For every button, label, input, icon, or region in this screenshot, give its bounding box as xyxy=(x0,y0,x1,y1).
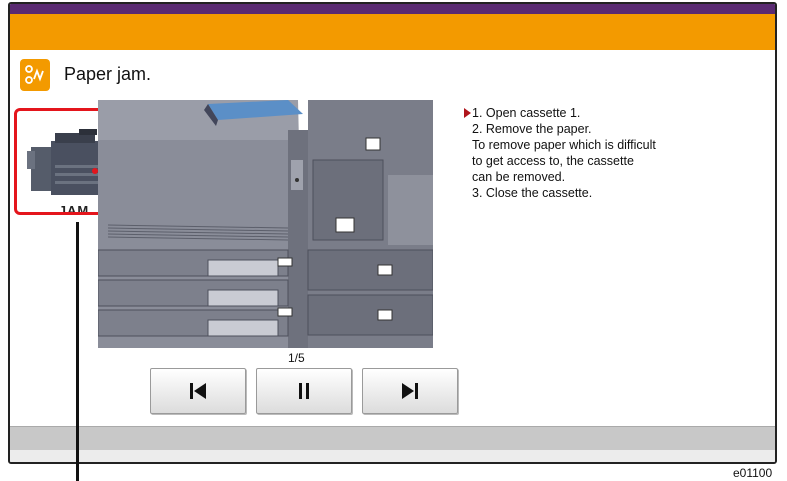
bottom-bar xyxy=(10,426,775,451)
instruction-line: to get access to, the cassette xyxy=(472,154,634,168)
pause-button[interactable] xyxy=(256,368,352,414)
instruction-line: 2. Remove the paper. xyxy=(472,122,592,136)
previous-button[interactable] xyxy=(150,368,246,414)
cassette-illustration xyxy=(98,100,433,348)
current-step-marker-icon xyxy=(464,108,471,118)
instruction-line: To remove paper which is difficult xyxy=(472,138,656,152)
next-button[interactable] xyxy=(362,368,458,414)
instructions-list: 1. Open cassette 1. 2. Remove the paper.… xyxy=(464,105,752,201)
instruction-line: 3. Close the cassette. xyxy=(472,186,593,200)
bottom-strip xyxy=(10,450,775,462)
top-band xyxy=(10,4,775,14)
figure-code: e01100 xyxy=(733,466,773,480)
callout-pointer-line xyxy=(76,222,79,481)
skip-forward-icon xyxy=(402,383,418,399)
skip-back-icon xyxy=(190,383,206,399)
panel-frame: Paper jam. JAM 1/5 1. Open cassette 1. 2… xyxy=(8,2,777,464)
page-title: Paper jam. xyxy=(64,64,152,84)
header-bar xyxy=(10,14,775,50)
pause-icon xyxy=(299,383,309,399)
title-row: Paper jam. xyxy=(10,50,775,100)
page-indicator: 1/5 xyxy=(288,351,305,365)
paper-jam-icon xyxy=(20,59,50,91)
instruction-line: 1. Open cassette 1. xyxy=(472,106,581,120)
instruction-line: can be removed. xyxy=(472,170,566,184)
